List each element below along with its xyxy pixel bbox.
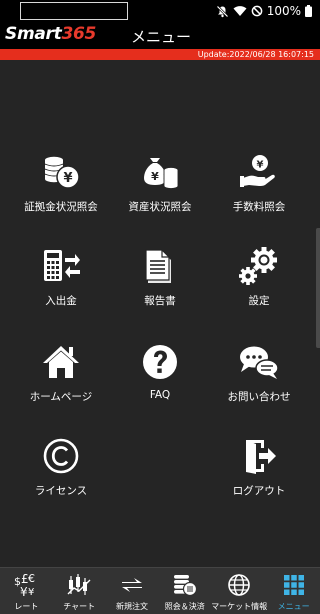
status-icons: 100% [216, 3, 312, 19]
menu-label: 資産状況照会 [128, 201, 192, 213]
update-bar: Update:2022/06/28 16:07:15 [0, 49, 320, 60]
menu-label: 証拠金状況照会 [24, 201, 98, 213]
copyright-icon [39, 434, 83, 478]
candlestick-icon [66, 572, 92, 598]
battery-percent: 100% [266, 4, 301, 18]
menu-label: 設定 [248, 295, 270, 307]
app-header: Smart365 メニュー [0, 22, 320, 49]
menu-item-asset-status[interactable]: ¥ 資産状況照会 [107, 150, 213, 220]
logout-door-icon [237, 434, 281, 478]
status-bar: 100% [0, 0, 320, 22]
nav-label: メニュー [277, 602, 310, 611]
menu-label: 報告書 [144, 295, 176, 307]
nav-label: チャート [63, 602, 96, 611]
svg-text:€: € [28, 572, 35, 585]
hand-coin-icon: ¥ [237, 150, 281, 194]
nav-label: 照会＆決済 [164, 602, 205, 611]
nav-label: 新規注文 [115, 602, 148, 611]
menu-label: ホームページ [29, 391, 93, 403]
menu-item-fee-inquiry[interactable]: ¥ 手数料照会 [206, 150, 312, 220]
nav-new-order[interactable]: 新規注文 [106, 568, 159, 614]
menu-label: お問い合わせ [227, 391, 291, 403]
menu-item-margin-status[interactable]: ¥ 証拠金状況照会 [8, 150, 114, 220]
menu-item-license[interactable]: ライセンス [8, 434, 114, 504]
mute-icon [216, 5, 229, 18]
battery-icon [305, 5, 312, 17]
globe-icon [226, 572, 252, 598]
page-title: メニュー [130, 28, 191, 46]
svg-text:¥: ¥ [151, 170, 159, 183]
svg-text:¥: ¥ [257, 160, 264, 171]
svg-text:¥: ¥ [20, 585, 28, 598]
gears-icon [237, 244, 281, 288]
update-timestamp: Update:2022/06/28 16:07:15 [197, 50, 314, 59]
nav-chart[interactable]: チャート [53, 568, 106, 614]
nav-market-info[interactable]: マーケット情報 [211, 568, 267, 614]
wifi-icon [233, 5, 247, 17]
money-bag-coins-icon: ¥ [138, 150, 182, 194]
svg-text:¥: ¥ [28, 587, 34, 598]
menu-item-homepage[interactable]: ホームページ [8, 340, 114, 410]
menu-item-logout[interactable]: ログアウト [206, 434, 312, 504]
menu-label: ライセンス [34, 485, 88, 497]
nav-inquiry-settlement[interactable]: 照会＆決済 [158, 568, 211, 614]
calculator-transfer-icon [39, 244, 83, 288]
currency-icon: $ £ € ¥ ¥ [13, 572, 39, 598]
coins-yen-icon: ¥ [39, 150, 83, 194]
question-icon [138, 340, 182, 384]
home-icon [39, 340, 83, 384]
grid-menu-icon [281, 572, 307, 598]
chat-bubbles-icon [237, 340, 281, 384]
nav-menu[interactable]: メニュー [267, 568, 320, 614]
bottom-nav: $ £ € ¥ ¥ レート チャート 新規注文 照会＆決済 マーケット情報 メニ… [0, 567, 320, 614]
menu-item-deposit-withdraw[interactable]: 入出金 [8, 244, 114, 314]
menu-label: FAQ [149, 389, 171, 401]
notification-area [20, 2, 128, 20]
order-arrows-icon [119, 572, 145, 598]
menu-item-contact[interactable]: お問い合わせ [206, 340, 312, 410]
menu-item-reports[interactable]: 報告書 [107, 244, 213, 314]
menu-item-faq[interactable]: FAQ [107, 340, 213, 410]
screen: 100% Smart365 メニュー Update:2022/06/28 16:… [0, 0, 320, 614]
menu-item-settings[interactable]: 設定 [206, 244, 312, 314]
nav-label: レート [14, 602, 39, 611]
scroll-edge[interactable] [316, 228, 320, 348]
menu-label: ログアウト [232, 485, 286, 497]
menu-label: 入出金 [45, 295, 77, 307]
document-icon [138, 244, 182, 288]
dnd-icon [251, 5, 263, 17]
nav-rate[interactable]: $ £ € ¥ ¥ レート [0, 568, 53, 614]
nav-label: マーケット情報 [211, 602, 268, 611]
coins-list-icon [172, 572, 198, 598]
menu-label: 手数料照会 [232, 201, 286, 213]
svg-text:¥: ¥ [63, 171, 72, 186]
